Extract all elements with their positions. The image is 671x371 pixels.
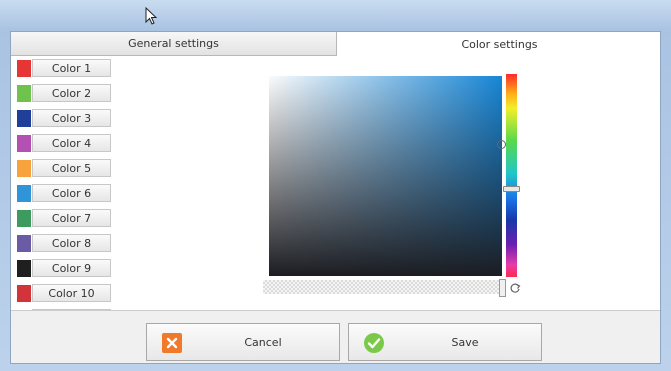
color-item[interactable]: Color 2 xyxy=(17,84,111,104)
color-picker-handle[interactable] xyxy=(497,140,506,149)
color-swatch[interactable] xyxy=(17,135,31,152)
color-button[interactable]: Color 7 xyxy=(32,209,111,227)
color-item[interactable]: Color 9 xyxy=(17,259,111,279)
color-saturation-value-area[interactable] xyxy=(269,76,502,276)
hue-slider[interactable] xyxy=(506,74,517,277)
window: General settings Color settings Color 1C… xyxy=(0,0,671,371)
color-button[interactable]: Color 9 xyxy=(32,259,111,277)
color-swatch[interactable] xyxy=(17,185,31,202)
color-swatch[interactable] xyxy=(17,110,31,127)
settings-panel: General settings Color settings Color 1C… xyxy=(10,31,661,364)
alpha-slider[interactable] xyxy=(263,280,502,294)
save-button[interactable]: Save xyxy=(348,323,542,361)
color-item[interactable]: Color 4 xyxy=(17,134,111,154)
hue-slider-thumb[interactable] xyxy=(503,186,520,192)
color-item[interactable]: Color 8 xyxy=(17,234,111,254)
tab-general-settings[interactable]: General settings xyxy=(11,32,337,56)
alpha-slider-thumb[interactable] xyxy=(499,279,506,297)
tab-bar: General settings Color settings xyxy=(11,32,660,56)
color-item[interactable]: Color 3 xyxy=(17,109,111,129)
color-item[interactable]: Color 1 xyxy=(17,59,111,79)
color-list: Color 1 Color 2 Color 3 Color 4 Color 5 Color… xyxy=(17,59,111,334)
color-swatch[interactable] xyxy=(17,160,31,177)
cancel-button[interactable]: Cancel xyxy=(146,323,340,361)
color-item[interactable]: Color 7 xyxy=(17,209,111,229)
color-button[interactable]: Color 8 xyxy=(32,234,111,252)
color-button[interactable]: Color 4 xyxy=(32,134,111,152)
tab-color-settings[interactable]: Color settings xyxy=(337,32,660,56)
color-swatch[interactable] xyxy=(17,260,31,277)
check-icon xyxy=(364,333,384,353)
mouse-cursor-icon xyxy=(145,7,157,25)
close-icon xyxy=(162,333,182,353)
color-swatch[interactable] xyxy=(17,60,31,77)
color-button[interactable]: Color 5 xyxy=(32,159,111,177)
color-item[interactable]: Color 5 xyxy=(17,159,111,179)
color-button[interactable]: Color 2 xyxy=(32,84,111,102)
color-item[interactable]: Color 6 xyxy=(17,184,111,204)
color-swatch[interactable] xyxy=(17,235,31,252)
color-swatch[interactable] xyxy=(17,210,31,227)
color-swatch[interactable] xyxy=(17,285,31,302)
title-bar xyxy=(0,0,671,30)
color-button[interactable]: Color 3 xyxy=(32,109,111,127)
color-button[interactable]: Color 6 xyxy=(32,184,111,202)
dialog-footer: Cancel Save xyxy=(11,310,660,363)
cancel-button-label: Cancel xyxy=(244,335,282,349)
color-swatch[interactable] xyxy=(17,85,31,102)
color-button[interactable]: Color 1 xyxy=(32,59,111,77)
reset-icon[interactable] xyxy=(510,283,521,294)
color-button[interactable]: Color 10 xyxy=(32,284,111,302)
save-button-label: Save xyxy=(451,335,479,349)
color-item[interactable]: Color 10 xyxy=(17,284,111,304)
